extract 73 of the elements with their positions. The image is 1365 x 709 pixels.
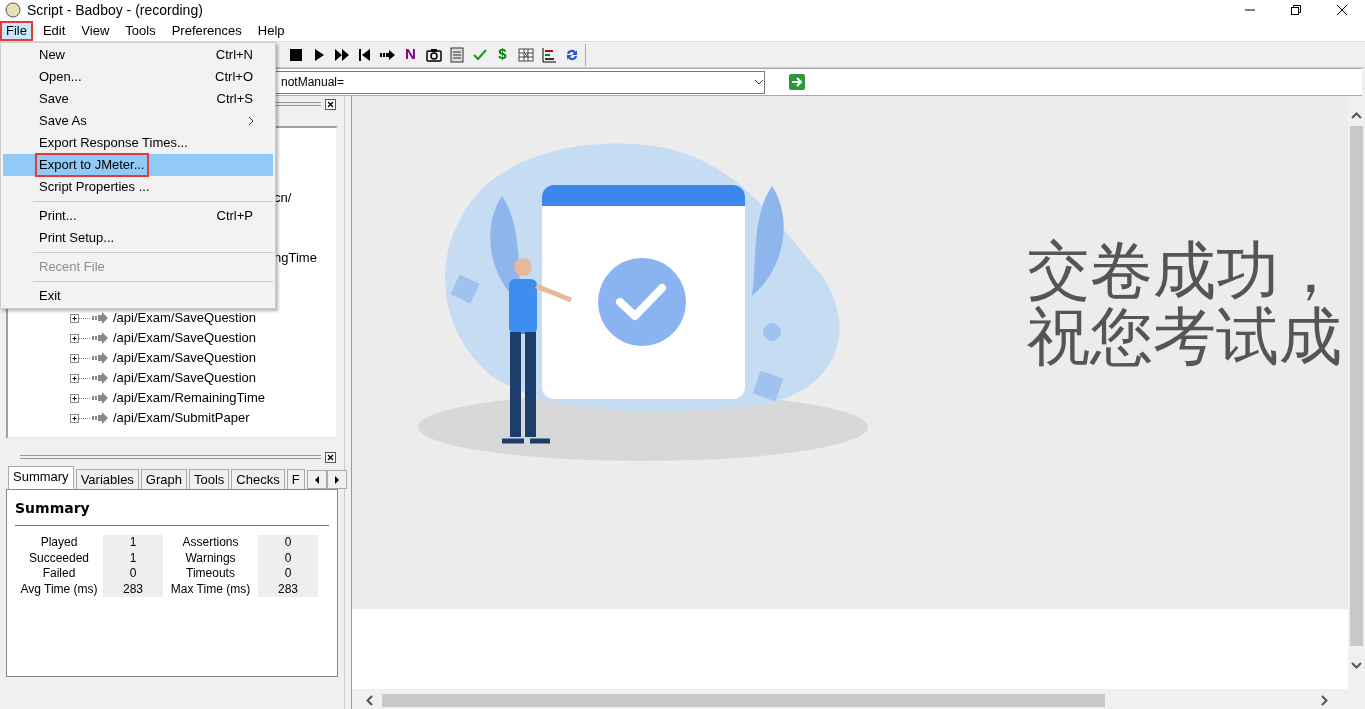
expand-icon[interactable] [70,412,92,424]
stat-label: Warnings [184,550,237,566]
stat-label: Avg Time (ms) [19,581,99,597]
chart-icon[interactable] [539,45,558,64]
tab[interactable]: Summary [8,466,74,489]
stat-label: Timeouts [185,566,236,582]
scrollbar-thumb[interactable] [1350,126,1363,646]
dropdown-caret-icon[interactable] [754,79,764,85]
menu-item[interactable]: Preferences [165,20,248,41]
scroll-right-icon[interactable] [1321,695,1328,706]
request-arrow-icon [92,392,108,404]
menu-item[interactable]: Print... Ctrl+P [3,205,273,227]
menu-item[interactable]: Print Setup... [3,227,273,249]
expand-icon[interactable] [70,352,92,364]
scroll-down-icon[interactable] [1351,662,1362,669]
expand-icon[interactable] [70,392,92,404]
expand-icon[interactable] [70,332,92,344]
request-arrow-icon [92,332,108,344]
tab[interactable]: Tools [189,469,230,489]
request-arrow-icon [92,412,108,424]
go-arrow-icon[interactable] [789,74,805,90]
stat-value: 0 [258,566,318,582]
menu-item[interactable]: Export Response Times... [3,132,273,154]
toolbar-glyph-button[interactable]: $ [498,43,507,66]
scroll-up-icon[interactable] [1351,112,1362,119]
request-arrow-icon [92,372,108,384]
scroll-right-icon[interactable] [333,475,340,484]
tree-item-label[interactable]: /api/Exam/SaveQuestion [113,368,257,388]
tree-item-label[interactable]: /api/Exam/SaveQuestion [113,308,257,328]
restore-icon[interactable] [1290,4,1302,16]
close-icon[interactable] [325,98,336,110]
tab[interactable]: F [286,469,305,489]
panel-heading: Summary [15,499,91,518]
expand-icon[interactable] [70,312,92,324]
tree-item-label[interactable]: /api/Exam/SubmitPaper [113,408,250,428]
request-arrow-icon [92,312,108,324]
stat-label: Assertions [181,535,240,551]
request-arrow-icon [92,352,108,364]
success-message: 祝您考试成 [1027,304,1342,370]
window-title: Script - Badboy - (recording) [27,0,203,20]
expand-icon[interactable] [70,372,92,384]
tab[interactable]: Variables [75,469,139,489]
menu-item[interactable]: File [0,20,33,41]
toolbar-glyph-button[interactable]: N [405,43,416,66]
stat-value: 0 [103,566,163,582]
stat-label: Max Time (ms) [169,581,252,597]
close-icon[interactable] [1336,4,1348,16]
menu-item[interactable]: Save As [3,110,273,132]
close-icon[interactable] [325,451,336,463]
tree-item-label[interactable]: /api/Exam/RemainingTime [113,388,265,408]
menu-item[interactable]: Exit [3,285,273,307]
menu-item[interactable]: New Ctrl+N [3,44,273,66]
table-icon[interactable] [516,45,535,64]
stat-label: Failed [41,566,77,582]
menu-item[interactable]: Export to JMeter... [3,154,273,176]
app-icon [5,2,21,18]
tree-item-label[interactable]: /api/Exam/SaveQuestion [113,348,257,368]
tab[interactable]: Graph [140,469,187,489]
stat-label: Succeeded [27,550,90,566]
menu-item[interactable]: Help [251,20,291,41]
success-message: 交卷成功， [1027,238,1342,304]
tab[interactable]: Checks [231,469,285,489]
menu-item[interactable]: View [75,20,116,41]
tree-item-label[interactable]: /api/Exam/SaveQuestion [113,328,257,348]
scrollbar-thumb[interactable] [382,694,1105,707]
scroll-left-icon[interactable] [366,695,373,706]
stat-label: Played [39,535,79,551]
menu-item[interactable]: Script Properties ... [3,176,273,198]
menu-item[interactable]: Edit [36,20,72,41]
scroll-left-icon[interactable] [313,475,320,484]
stat-value: 0 [258,535,318,551]
stat-value: 1 [103,535,163,551]
menu-item[interactable]: Tools [119,20,162,41]
